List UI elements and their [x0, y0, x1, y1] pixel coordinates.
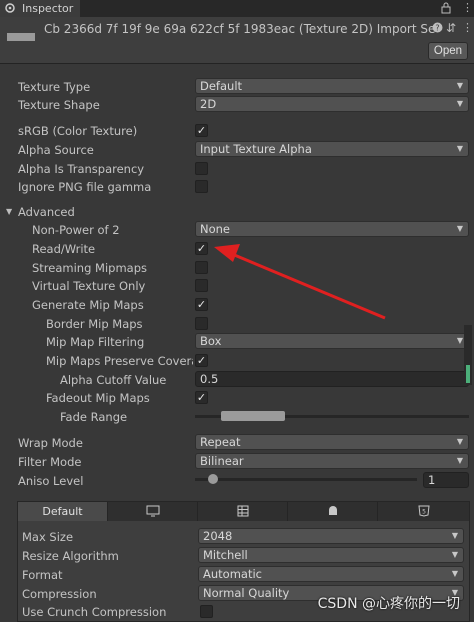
watermark: CSDN @心疼你的一切 [317, 596, 460, 612]
annotation-arrow [214, 244, 386, 320]
